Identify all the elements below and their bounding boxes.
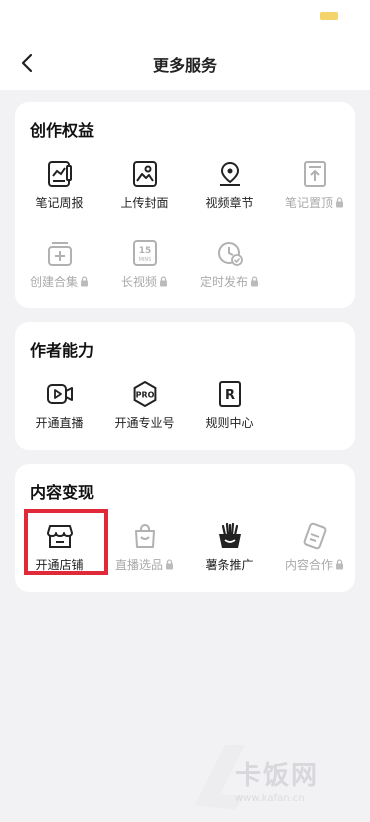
- battery-icon: [320, 12, 338, 20]
- section-creation-rights: 创作权益 笔记周报 上传封面 视频章节 笔记置顶 创建合集 15 MINS 长视…: [15, 102, 355, 308]
- item-live-product-selection[interactable]: 直播选品: [102, 522, 187, 582]
- lock-icon: [336, 197, 343, 208]
- shopping-bag-icon: [135, 524, 155, 548]
- item-label: 长视频: [120, 275, 157, 289]
- item-open-live[interactable]: 开通直播: [17, 380, 102, 440]
- item-long-video[interactable]: 15 MINS 长视频: [102, 239, 187, 299]
- image-icon: [133, 161, 157, 187]
- item-label: 视频章节: [205, 196, 254, 210]
- header: 更多服务: [0, 36, 370, 90]
- page-title: 更多服务: [152, 56, 217, 75]
- item-note-weekly-report[interactable]: 笔记周报: [17, 160, 102, 220]
- pro-icon: PRO: [133, 380, 157, 408]
- item-label: 笔记周报: [35, 196, 84, 210]
- section-author-abilities: 作者能力 开通直播 PRO 开通专业号 R 规则中心: [15, 322, 355, 450]
- item-label: 薯条推广: [205, 558, 254, 572]
- lock-icon: [166, 559, 173, 570]
- mins-unit: MINS: [139, 257, 152, 263]
- item-label: 直播选品: [114, 558, 163, 572]
- lock-icon: [251, 276, 258, 287]
- item-upload-cover[interactable]: 上传封面: [102, 160, 187, 220]
- lock-icon: [160, 276, 167, 287]
- item-video-chapter[interactable]: 视频章节: [187, 160, 272, 220]
- rules-icon: R: [219, 381, 241, 407]
- status-bar: [0, 0, 370, 36]
- item-label: 开通专业号: [114, 416, 175, 430]
- pro-text: PRO: [136, 391, 155, 400]
- item-label: 规则中心: [205, 416, 254, 430]
- item-label: 上传封面: [120, 196, 169, 210]
- long-video-icon: 15 MINS: [133, 240, 157, 266]
- section-title: 内容变现: [30, 483, 95, 502]
- item-fries-promotion[interactable]: 薯条推广: [187, 522, 272, 582]
- section-title: 创作权益: [30, 121, 95, 140]
- item-scheduled-publish[interactable]: 定时发布: [187, 239, 272, 299]
- item-label: 开通直播: [35, 416, 84, 430]
- item-content-cooperation[interactable]: 内容合作: [272, 522, 357, 582]
- item-label: 定时发布: [199, 275, 248, 289]
- report-icon: [48, 161, 72, 187]
- item-label: 内容合作: [284, 558, 333, 572]
- item-create-collection[interactable]: 创建合集: [17, 239, 102, 299]
- rules-letter: R: [225, 388, 235, 403]
- item-label: 创建合集: [29, 275, 78, 289]
- collection-icon: [48, 242, 72, 266]
- chapter-icon: [220, 161, 240, 186]
- live-icon: [47, 384, 73, 404]
- pin-top-icon: [304, 161, 326, 187]
- fries-icon: [219, 522, 241, 548]
- section-title: 作者能力: [30, 341, 95, 360]
- item-pin-note[interactable]: 笔记置顶: [272, 160, 357, 220]
- cooperation-icon: [303, 522, 327, 550]
- item-rules-center[interactable]: R 规则中心: [187, 380, 272, 440]
- watermark-url: www.kafan.cn: [235, 793, 305, 804]
- watermark-text: 卡饭网: [235, 761, 320, 791]
- lock-icon: [81, 276, 88, 287]
- schedule-icon: [218, 242, 243, 266]
- item-open-pro-account[interactable]: PRO 开通专业号: [102, 380, 187, 440]
- lock-icon: [336, 559, 343, 570]
- mins-number: 15: [139, 246, 152, 256]
- highlight-box: [24, 509, 108, 575]
- item-label: 笔记置顶: [284, 196, 333, 210]
